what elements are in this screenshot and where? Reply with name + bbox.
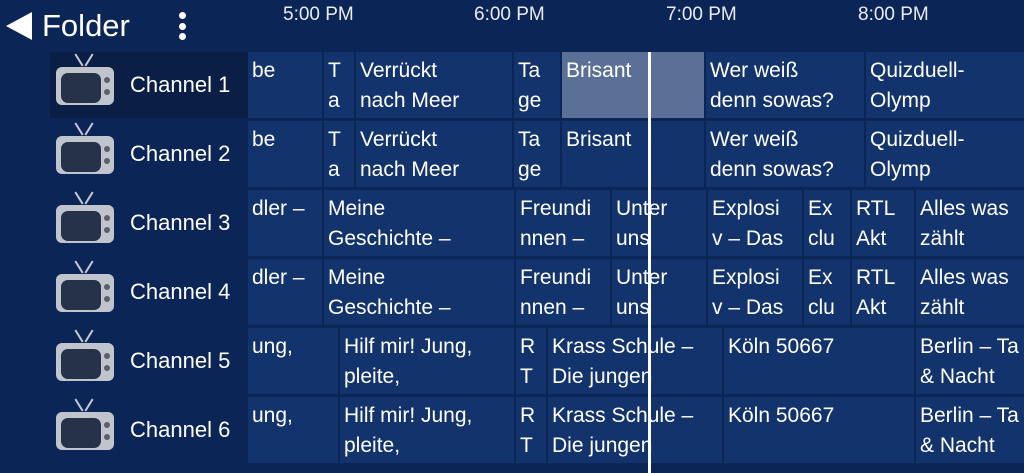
channel-item[interactable]: Channel 1 xyxy=(50,52,248,118)
back-button[interactable]: Folder xyxy=(6,9,130,43)
program-cell[interactable]: Alles was zählt xyxy=(916,190,1024,256)
channel-name: Channel 5 xyxy=(130,348,231,373)
channel-name: Channel 3 xyxy=(130,210,231,235)
program-cell[interactable]: Hilf mir! Jung, pleite, xyxy=(340,397,514,463)
program-cell[interactable]: Verrückt nach Meer xyxy=(356,121,512,187)
program-cell[interactable]: Meine Geschichte – xyxy=(324,190,514,256)
back-label: Folder xyxy=(42,8,130,43)
time-label: 8:00 PM xyxy=(858,4,929,25)
channel-item[interactable]: Channel 4 xyxy=(50,259,248,325)
channel-item[interactable]: Channel 3 xyxy=(50,190,248,256)
program-cell[interactable]: Krass Schule – Die jungen xyxy=(548,397,722,463)
program-cell[interactable]: Berlin – Ta & Nacht xyxy=(916,328,1024,394)
current-time-indicator xyxy=(648,52,651,473)
program-cell[interactable]: Ex clu xyxy=(804,259,850,325)
program-cell[interactable]: R T xyxy=(516,328,546,394)
program-cell[interactable]: Unter uns xyxy=(612,190,706,256)
program-cell[interactable]: Ex clu xyxy=(804,190,850,256)
program-cell[interactable]: be xyxy=(248,121,322,187)
channel-name: Channel 6 xyxy=(130,417,231,442)
time-label: 7:00 PM xyxy=(666,4,737,25)
tv-icon xyxy=(56,191,116,243)
program-cell[interactable]: Köln 50667 xyxy=(724,328,914,394)
schedule-row: dler – Meine Geschichte – Freundi nnen – Un… xyxy=(248,259,1024,325)
program-cell[interactable]: dler – xyxy=(248,259,322,325)
program-cell[interactable]: Freundi nnen – xyxy=(516,259,610,325)
program-cell[interactable]: Freundi nnen – xyxy=(516,190,610,256)
program-cell[interactable]: Ta ge xyxy=(514,121,560,187)
program-cell[interactable]: Meine Geschichte – xyxy=(324,259,514,325)
program-cell[interactable]: Explosi v – Das xyxy=(708,190,802,256)
tv-icon xyxy=(56,53,116,105)
schedule-row: be T a Verrückt nach Meer Ta ge Brisant Wer w… xyxy=(248,52,1024,118)
tv-icon xyxy=(56,398,116,450)
program-cell[interactable]: Berlin – Ta & Nacht xyxy=(916,397,1024,463)
program-cell[interactable]: Verrückt nach Meer xyxy=(356,52,512,118)
program-cell[interactable]: Brisant xyxy=(562,52,704,118)
channel-item[interactable]: Channel 6 xyxy=(50,397,248,463)
epg-grid: be T a Verrückt nach Meer Ta ge Brisant Wer w… xyxy=(248,52,1024,473)
channel-name: Channel 2 xyxy=(130,141,231,166)
schedule-row: be T a Verrückt nach Meer Ta ge Brisant Wer w… xyxy=(248,121,1024,187)
program-cell[interactable]: T a xyxy=(324,121,354,187)
channel-item[interactable]: Channel 5 xyxy=(50,328,248,394)
program-cell[interactable]: Alles was zählt xyxy=(916,259,1024,325)
program-cell[interactable]: ung, xyxy=(248,397,338,463)
program-cell[interactable]: Hilf mir! Jung, pleite, xyxy=(340,328,514,394)
program-cell[interactable]: ung, xyxy=(248,328,338,394)
tv-icon xyxy=(56,122,116,174)
tv-icon xyxy=(56,260,116,312)
more-options-icon[interactable] xyxy=(176,12,188,40)
program-cell[interactable]: Köln 50667 xyxy=(724,397,914,463)
time-label: 5:00 PM xyxy=(283,4,354,25)
program-cell[interactable]: Quizduell- Olymp xyxy=(866,121,1024,187)
top-bar: Folder 5:00 PM 6:00 PM 7:00 PM 8:00 PM xyxy=(0,0,1024,52)
channel-name: Channel 4 xyxy=(130,279,231,304)
back-arrow-icon xyxy=(6,12,32,40)
program-cell[interactable]: Brisant xyxy=(562,121,704,187)
channel-item[interactable]: Channel 2 xyxy=(50,121,248,187)
schedule-row: ung, Hilf mir! Jung, pleite, R T Krass Schu… xyxy=(248,397,1024,463)
tv-icon xyxy=(56,329,116,381)
program-cell[interactable]: Explosi v – Das xyxy=(708,259,802,325)
program-cell[interactable]: dler – xyxy=(248,190,322,256)
program-cell[interactable]: Ta ge xyxy=(514,52,560,118)
program-cell[interactable]: Wer weiß denn sowas? xyxy=(706,121,864,187)
program-cell[interactable]: RTL Akt xyxy=(852,259,914,325)
program-cell[interactable]: Krass Schule – Die jungen xyxy=(548,328,722,394)
program-cell[interactable]: Unter uns xyxy=(612,259,706,325)
program-cell[interactable]: T a xyxy=(324,52,354,118)
program-cell[interactable]: be xyxy=(248,52,322,118)
program-cell[interactable]: R T xyxy=(516,397,546,463)
time-label: 6:00 PM xyxy=(474,4,545,25)
program-cell[interactable]: Wer weiß denn sowas? xyxy=(706,52,864,118)
schedule-row: ung, Hilf mir! Jung, pleite, R T Krass Schu… xyxy=(248,328,1024,394)
schedule-row: dler – Meine Geschichte – Freundi nnen – Un… xyxy=(248,190,1024,256)
program-cell[interactable]: Quizduell- Olymp xyxy=(866,52,1024,118)
program-cell[interactable]: RTL Akt xyxy=(852,190,914,256)
channel-name: Channel 1 xyxy=(130,72,231,97)
